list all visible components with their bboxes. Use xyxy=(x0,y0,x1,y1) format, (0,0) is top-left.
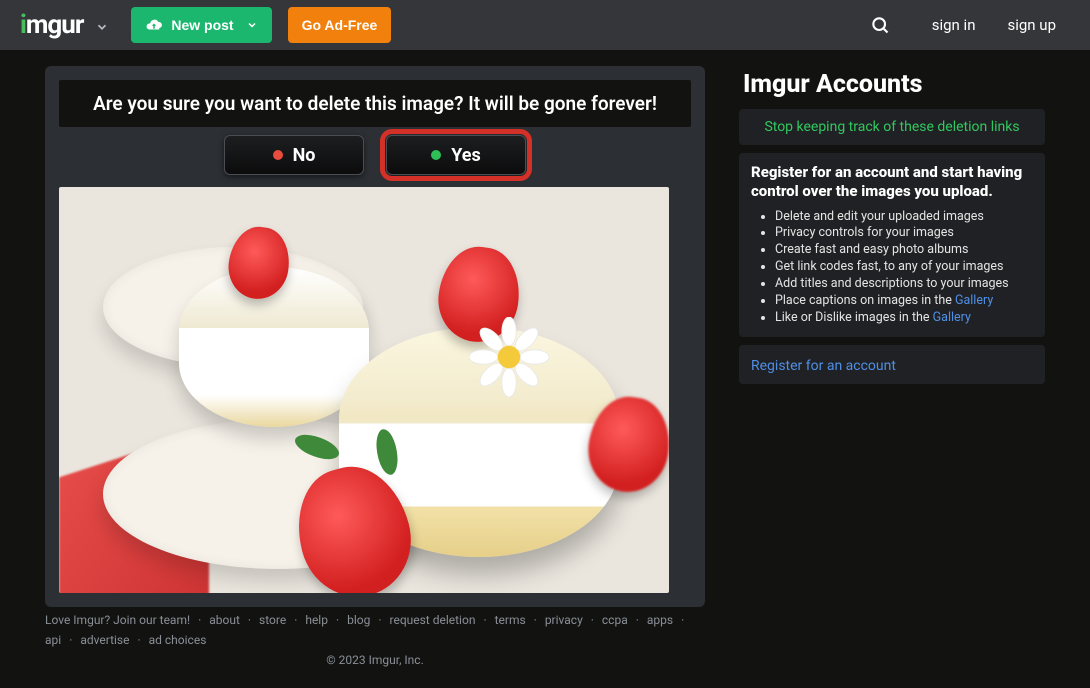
delete-confirmation-panel: Are you sure you want to delete this ima… xyxy=(45,66,705,607)
register-heading: Register for an account and start having… xyxy=(751,163,1033,201)
footer: Love Imgur? Join our team! about store h… xyxy=(45,607,705,667)
no-button[interactable]: No xyxy=(224,135,364,175)
stop-tracking-link[interactable]: Stop keeping track of these deletion lin… xyxy=(739,109,1045,145)
list-item: Delete and edit your uploaded images xyxy=(775,209,1033,226)
green-dot-icon xyxy=(431,150,441,160)
footer-link[interactable]: help xyxy=(305,613,328,627)
gallery-link[interactable]: Gallery xyxy=(955,293,993,308)
footer-link[interactable]: advertise xyxy=(80,633,129,647)
imgur-logo[interactable]: imgur xyxy=(20,10,83,40)
list-item: Privacy controls for your images xyxy=(775,225,1033,242)
list-item: Get link codes fast, to any of your imag… xyxy=(775,259,1033,276)
footer-join-team[interactable]: Love Imgur? Join our team! xyxy=(45,613,190,627)
footer-link[interactable]: privacy xyxy=(545,613,583,627)
list-item: Create fast and easy photo albums xyxy=(775,242,1033,259)
daisy-icon xyxy=(469,317,549,397)
chevron-down-icon[interactable] xyxy=(95,20,109,34)
search-icon[interactable] xyxy=(870,15,890,35)
cloud-upload-icon xyxy=(145,16,163,34)
no-label: No xyxy=(293,145,316,166)
footer-link[interactable]: ccpa xyxy=(602,613,628,627)
new-post-button[interactable]: New post xyxy=(131,7,271,43)
footer-link[interactable]: request deletion xyxy=(390,613,476,627)
list-item: Add titles and descriptions to your imag… xyxy=(775,276,1033,293)
yes-label: Yes xyxy=(451,145,481,166)
confirm-message: Are you sure you want to delete this ima… xyxy=(59,80,691,127)
footer-link[interactable]: about xyxy=(209,613,240,627)
sign-in-link[interactable]: sign in xyxy=(918,10,990,40)
gallery-link[interactable]: Gallery xyxy=(933,310,971,325)
register-info-box: Register for an account and start having… xyxy=(739,153,1045,337)
register-account-link[interactable]: Register for an account xyxy=(751,358,896,374)
new-post-label: New post xyxy=(171,17,233,33)
sign-up-link[interactable]: sign up xyxy=(993,10,1070,40)
go-ad-free-button[interactable]: Go Ad-Free xyxy=(288,7,392,43)
image-preview xyxy=(59,187,669,593)
footer-link[interactable]: api xyxy=(45,633,61,647)
footer-link[interactable]: apps xyxy=(647,613,673,627)
go-ad-free-label: Go Ad-Free xyxy=(302,17,378,33)
chevron-down-icon xyxy=(246,19,258,31)
list-item: Like or Dislike images in the Gallery xyxy=(775,310,1033,327)
top-navbar: imgur New post Go Ad-Free sign in sign u… xyxy=(0,0,1090,50)
footer-link[interactable]: blog xyxy=(347,613,370,627)
register-cta-box: Register for an account xyxy=(739,345,1045,384)
yes-button[interactable]: Yes xyxy=(386,135,526,175)
footer-link[interactable]: ad choices xyxy=(149,633,207,647)
footer-copyright: © 2023 Imgur, Inc. xyxy=(45,653,705,667)
sidebar-title: Imgur Accounts xyxy=(743,70,1045,99)
footer-link[interactable]: store xyxy=(259,613,286,627)
list-item: Place captions on images in the Gallery xyxy=(775,293,1033,310)
footer-link[interactable]: terms xyxy=(495,613,526,627)
red-dot-icon xyxy=(273,150,283,160)
